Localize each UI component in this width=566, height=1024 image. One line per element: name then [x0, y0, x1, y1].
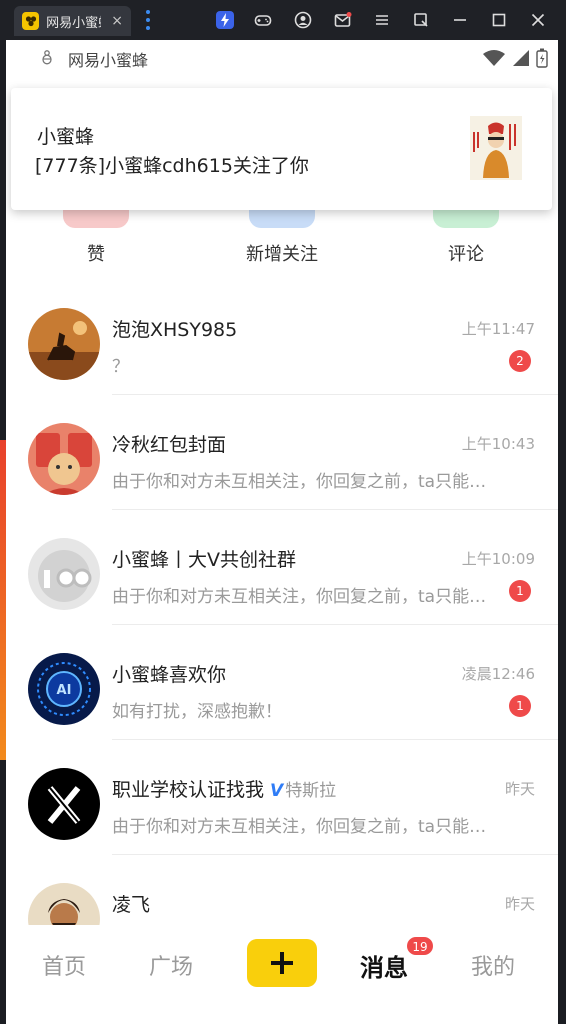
nav-square[interactable]: 广场: [149, 949, 193, 981]
avatar: AI: [28, 653, 100, 725]
mail-icon[interactable]: [332, 9, 354, 31]
unread-badge: 2: [509, 350, 531, 372]
message-time: 昨天: [504, 780, 535, 798]
message-preview: 如有打扰，深感抱歉！: [112, 702, 282, 722]
account-icon[interactable]: [292, 9, 314, 31]
message-list: 泡泡XHSY985 ？ 上午11:47 2 冷秋红包封面 由于你和对方未互相关注…: [6, 280, 558, 970]
battery-icon: [536, 48, 548, 72]
maximize-icon[interactable]: [488, 9, 510, 31]
notification-thumbnail: [470, 116, 522, 180]
create-post-button[interactable]: [247, 939, 317, 987]
message-time: 上午11:47: [461, 320, 535, 338]
svg-text:AI: AI: [57, 683, 72, 698]
conversation-row[interactable]: 职业学校认证找我V特斯拉 由于你和对方未互相关注，你回复之前，ta只能发送1条消…: [6, 740, 558, 855]
phone-screen: 网易小蜜蜂 小蜜蜂 [777条]小蜜蜂cdh615关注了你 赞 新增关注 评论 …: [6, 40, 558, 1024]
notification-body: [777条]小蜜蜂cdh615关注了你: [35, 155, 309, 177]
nav-messages[interactable]: 消息: [360, 948, 408, 983]
unread-badge: 1: [509, 695, 531, 717]
bottom-nav: 首页 广场 消息 19 我的: [6, 925, 558, 1024]
contact-name: 凌飞: [112, 894, 151, 916]
side-edge-decoration: [0, 440, 6, 760]
message-preview: ？: [112, 357, 129, 377]
bee-icon: [40, 49, 54, 69]
avatar: [28, 768, 100, 840]
message-preview: 由于你和对方未互相关注，你回复之前，ta只能发送1条消息: [112, 587, 497, 607]
category-comments-label: 评论: [448, 244, 484, 265]
message-time: 上午10:43: [461, 435, 535, 453]
close-window-icon[interactable]: [527, 9, 549, 31]
plus-icon: [271, 952, 293, 974]
avatar: [28, 308, 100, 380]
boost-icon[interactable]: [214, 9, 236, 31]
verified-badge-icon: V: [270, 781, 284, 801]
message-time: 昨天: [504, 895, 535, 913]
app-logo-icon: [22, 12, 40, 30]
message-time: 凌晨12:46: [461, 665, 535, 683]
browser-tab[interactable]: 网易小蜜蜂 ×: [14, 6, 131, 36]
more-menu-icon[interactable]: [143, 10, 153, 30]
unread-badge: 1: [509, 580, 531, 602]
contact-name-suffix: 特斯拉: [285, 781, 337, 801]
message-preview: 由于你和对方未互相关注，你回复之前，ta只能发送1条消息: [112, 472, 497, 492]
contact-name: 职业学校认证找我 V 特斯拉: [112, 775, 336, 802]
contact-name: 小蜜蜂丨大V共创社群: [112, 549, 296, 571]
contact-name: 小蜜蜂喜欢你: [112, 664, 227, 686]
status-bar: 网易小蜜蜂: [6, 40, 558, 78]
screenshot-icon[interactable]: [410, 9, 432, 31]
messages-badge: 19: [406, 936, 434, 956]
cellular-signal-icon: [512, 49, 530, 71]
conversation-row[interactable]: 冷秋红包封面 由于你和对方未互相关注，你回复之前，ta只能发送1条消息 上午10…: [6, 395, 558, 510]
category-likes-label: 赞: [87, 244, 105, 265]
avatar: [28, 538, 100, 610]
conversation-row[interactable]: 泡泡XHSY985 ？ 上午11:47 2: [6, 280, 558, 395]
conversation-row[interactable]: AI 小蜜蜂喜欢你 如有打扰，深感抱歉！ 凌晨12:46 1: [6, 625, 558, 740]
conversation-row[interactable]: 小蜜蜂丨大V共创社群 由于你和对方未互相关注，你回复之前，ta只能发送1条消息 …: [6, 510, 558, 625]
contact-name: 冷秋红包封面: [112, 434, 227, 456]
avatar: [28, 423, 100, 495]
status-app-name: 网易小蜜蜂: [68, 51, 149, 70]
minimize-icon[interactable]: [449, 9, 471, 31]
tab-close-icon[interactable]: ×: [111, 13, 123, 29]
nav-home[interactable]: 首页: [42, 949, 86, 981]
wifi-icon: [482, 49, 506, 71]
contact-name: 泡泡XHSY985: [112, 319, 238, 341]
nav-me[interactable]: 我的: [471, 949, 515, 981]
message-time: 上午10:09: [461, 550, 535, 568]
tab-title: 网易小蜜蜂: [46, 15, 101, 31]
contact-name-text: 职业学校认证找我: [112, 779, 265, 801]
hamburger-menu-icon[interactable]: [371, 9, 393, 31]
push-notification[interactable]: 小蜜蜂 [777条]小蜜蜂cdh615关注了你: [11, 88, 552, 210]
notification-title: 小蜜蜂: [37, 126, 95, 148]
window-titlebar: 网易小蜜蜂 ×: [0, 0, 566, 40]
message-preview: 由于你和对方未互相关注，你回复之前，ta只能发送1条消息: [112, 817, 497, 837]
category-new-followers-label: 新增关注: [246, 244, 318, 265]
gamepad-icon[interactable]: [252, 9, 274, 31]
